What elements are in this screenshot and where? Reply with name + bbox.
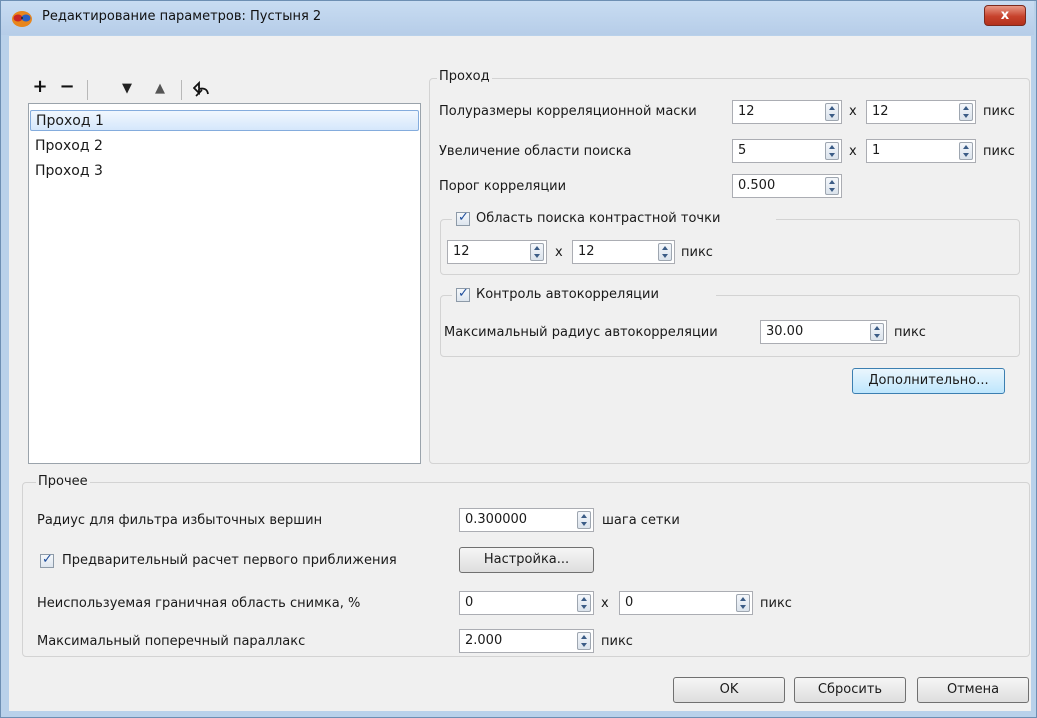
search-y-spinbox[interactable]: 1: [866, 139, 976, 163]
ok-button[interactable]: OK: [673, 677, 785, 703]
list-item-pass-1[interactable]: Проход 1: [30, 110, 419, 131]
mask-x-value: 12: [738, 104, 755, 119]
remove-pass-button[interactable]: −: [57, 78, 77, 98]
filter-label: Радиус для фильтра избыточных вершин: [37, 513, 323, 528]
search-x-spinbox[interactable]: 5: [732, 139, 842, 163]
list-item-pass-3[interactable]: Проход 3: [30, 161, 419, 182]
cancel-button[interactable]: Отмена: [917, 677, 1029, 703]
border-x-spinbox[interactable]: 0: [459, 591, 594, 615]
precalc-checkbox[interactable]: ✓: [40, 552, 54, 568]
spin-arrows[interactable]: [530, 243, 544, 261]
search-unit: пикс: [983, 144, 1015, 159]
mask-x-spinbox[interactable]: 12: [732, 100, 842, 124]
check-mark-icon: ✓: [458, 210, 469, 225]
spin-arrows[interactable]: [736, 594, 750, 612]
spin-arrows[interactable]: [825, 103, 839, 121]
filter-spinbox[interactable]: 0.300000: [459, 508, 594, 532]
close-button[interactable]: x: [984, 5, 1026, 26]
autocorr-unit: пикс: [894, 325, 926, 340]
threshold-value: 0.500: [738, 178, 776, 193]
check-mark-icon: ✓: [458, 286, 469, 301]
spin-arrows[interactable]: [577, 511, 591, 529]
border-label: Неиспользуемая граничная область снимка,…: [37, 596, 361, 611]
spin-arrows[interactable]: [959, 142, 973, 160]
autocorr-radius-value: 30.00: [766, 324, 804, 339]
contrast-separator: x: [555, 245, 563, 260]
search-separator: x: [849, 144, 857, 159]
check-mark-icon: ✓: [42, 552, 53, 567]
window-title: Редактирование параметров: Пустыня 2: [42, 9, 322, 24]
border-separator: x: [601, 596, 609, 611]
filter-unit: шага сетки: [602, 513, 680, 528]
border-x-value: 0: [465, 595, 474, 610]
search-x-value: 5: [738, 143, 747, 158]
parallax-unit: пикс: [601, 634, 633, 649]
add-pass-button[interactable]: +: [30, 78, 50, 98]
autocorr-group-title: Контроль автокорреляции: [476, 287, 659, 302]
border-y-value: 0: [625, 595, 634, 610]
move-down-button[interactable]: ▼: [117, 80, 137, 100]
mask-y-spinbox[interactable]: 12: [866, 100, 976, 124]
parallax-label: Максимальный поперечный параллакс: [37, 634, 306, 649]
spin-arrows[interactable]: [577, 632, 591, 650]
mask-separator: x: [849, 104, 857, 119]
contrast-unit: пикс: [681, 245, 713, 260]
list-item-pass-2[interactable]: Проход 2: [30, 136, 419, 157]
contrast-y-value: 12: [578, 244, 595, 259]
advanced-button[interactable]: Дополнительно...: [852, 368, 1005, 394]
spin-arrows[interactable]: [959, 103, 973, 121]
filter-value: 0.300000: [465, 512, 528, 527]
threshold-label: Порог корреляции: [439, 179, 567, 194]
spin-arrows[interactable]: [825, 142, 839, 160]
spin-arrows[interactable]: [577, 594, 591, 612]
threshold-spinbox[interactable]: 0.500: [732, 174, 842, 198]
toolbar-separator: [181, 80, 182, 100]
autocorr-checkbox[interactable]: ✓: [456, 286, 470, 302]
app-icon: [12, 11, 32, 27]
parallax-value: 2.000: [465, 633, 503, 648]
pass-group-title: Проход: [437, 69, 492, 84]
border-y-spinbox[interactable]: 0: [619, 591, 753, 615]
spin-arrows[interactable]: [870, 323, 884, 341]
mask-y-value: 12: [872, 104, 889, 119]
search-y-value: 1: [872, 143, 881, 158]
other-group-title: Прочее: [36, 474, 90, 489]
contrast-checkbox[interactable]: ✓: [456, 210, 470, 226]
contrast-x-spinbox[interactable]: 12: [447, 240, 547, 264]
undo-icon[interactable]: [193, 80, 215, 100]
setup-button[interactable]: Настройка...: [459, 547, 594, 573]
border-unit: пикс: [760, 596, 792, 611]
mask-label: Полуразмеры корреляционной маски: [439, 104, 697, 119]
search-label: Увеличение области поиска: [439, 144, 632, 159]
parallax-spinbox[interactable]: 2.000: [459, 629, 594, 653]
contrast-group-title: Область поиска контрастной точки: [476, 211, 721, 226]
precalc-label: Предварительный расчет первого приближен…: [62, 553, 397, 568]
autocorr-radius-label: Максимальный радиус автокорреляции: [444, 325, 718, 340]
pass-list[interactable]: Проход 1 Проход 2 Проход 3: [28, 103, 421, 464]
reset-button[interactable]: Сбросить: [794, 677, 906, 703]
contrast-y-spinbox[interactable]: 12: [572, 240, 675, 264]
mask-unit: пикс: [983, 104, 1015, 119]
spin-arrows[interactable]: [825, 177, 839, 195]
spin-arrows[interactable]: [658, 243, 672, 261]
autocorr-radius-spinbox[interactable]: 30.00: [760, 320, 887, 344]
move-up-button[interactable]: ▲: [150, 80, 170, 100]
toolbar-separator: [87, 80, 88, 100]
contrast-x-value: 12: [453, 244, 470, 259]
